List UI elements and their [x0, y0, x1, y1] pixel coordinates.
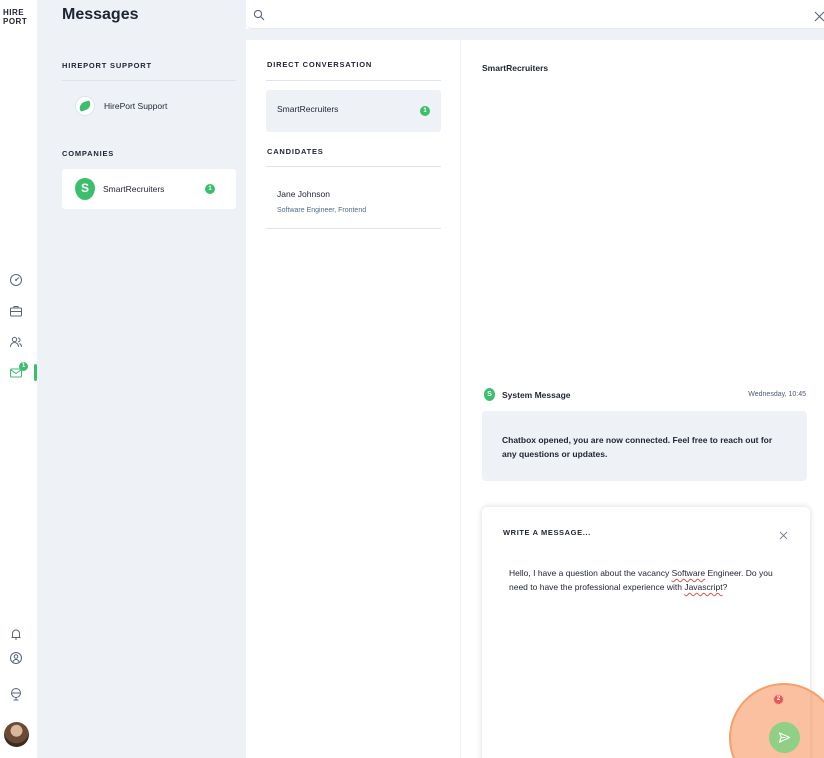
message-input[interactable]: Hello, I have a question about the vacan… — [509, 566, 789, 594]
bell-icon[interactable] — [9, 627, 23, 641]
nav-rail: HIRE PORT 1 — [0, 0, 37, 758]
send-icon — [778, 732, 791, 743]
direct-conversation-item[interactable]: SmartRecruiters 1 — [266, 90, 441, 132]
system-message-bubble: Chatbox opened, you are now connected. F… — [482, 411, 807, 481]
smartrecruiters-logo: S — [75, 178, 95, 200]
chat-title: SmartRecruiters — [482, 63, 549, 73]
company-name: SmartRecruiters — [103, 184, 165, 194]
conversations-panel: DIRECT CONVERSATION SmartRecruiters 1 CA… — [246, 40, 460, 758]
unread-badge: 1 — [420, 106, 430, 116]
candidates-icon[interactable] — [9, 335, 23, 349]
candidate-name: Jane Johnson — [277, 189, 330, 199]
companies-section-label: COMPANIES — [62, 149, 115, 158]
smartrecruiters-logo: S — [484, 388, 495, 401]
company-item-smartrecruiters[interactable]: S SmartRecruiters 1 — [62, 169, 236, 209]
support-section-label: HIREPORT SUPPORT — [62, 61, 152, 70]
spellcheck-word: Javascript — [684, 582, 723, 592]
send-button[interactable] — [769, 722, 800, 753]
search-input[interactable] — [272, 4, 802, 25]
panel-gap — [246, 29, 824, 40]
spellcheck-word: Software — [671, 568, 706, 578]
candidates-section-label: CANDIDATES — [267, 147, 324, 156]
system-message-time: Wednesday, 10:45 — [748, 391, 806, 398]
user-avatar[interactable] — [4, 722, 29, 747]
dashboard-icon[interactable] — [9, 273, 23, 287]
direct-conversation-label: DIRECT CONVERSATION — [267, 60, 373, 69]
hireport-logo[interactable]: HIRE PORT — [3, 8, 35, 26]
step-indicator: 2 — [773, 694, 784, 705]
divider — [62, 80, 236, 81]
system-message-header: S System Message Wednesday, 10:45 — [482, 388, 808, 402]
divider — [266, 228, 441, 229]
system-message-sender: System Message — [502, 390, 571, 400]
candidate-role: Software Engineer, Frontend — [277, 207, 367, 214]
composer-label: WRITE A MESSAGE... — [503, 528, 591, 537]
hireport-support-label: HirePort Support — [104, 101, 168, 111]
candidate-item[interactable]: Jane Johnson Software Engineer, Frontend — [266, 167, 441, 228]
unread-badge: 1 — [205, 184, 215, 194]
users-icon[interactable] — [9, 651, 23, 665]
page-title: Messages — [62, 6, 139, 23]
divider — [266, 80, 441, 81]
briefcase-icon[interactable] — [9, 304, 23, 318]
companies-panel: Messages HIREPORT SUPPORT HirePort Suppo… — [37, 0, 246, 758]
direct-conversation-name: SmartRecruiters — [277, 104, 339, 114]
close-icon[interactable] — [779, 527, 788, 540]
mail-badge: 1 — [19, 362, 28, 371]
search-icon — [253, 8, 265, 21]
chat-panel: SmartRecruiters S System Message Wednesd… — [461, 40, 824, 758]
globe-icon[interactable] — [9, 687, 23, 701]
hireport-support-logo — [75, 96, 95, 116]
close-icon[interactable] — [814, 9, 824, 22]
search-bar — [246, 0, 824, 29]
hireport-support-item[interactable]: HirePort Support — [75, 96, 167, 116]
